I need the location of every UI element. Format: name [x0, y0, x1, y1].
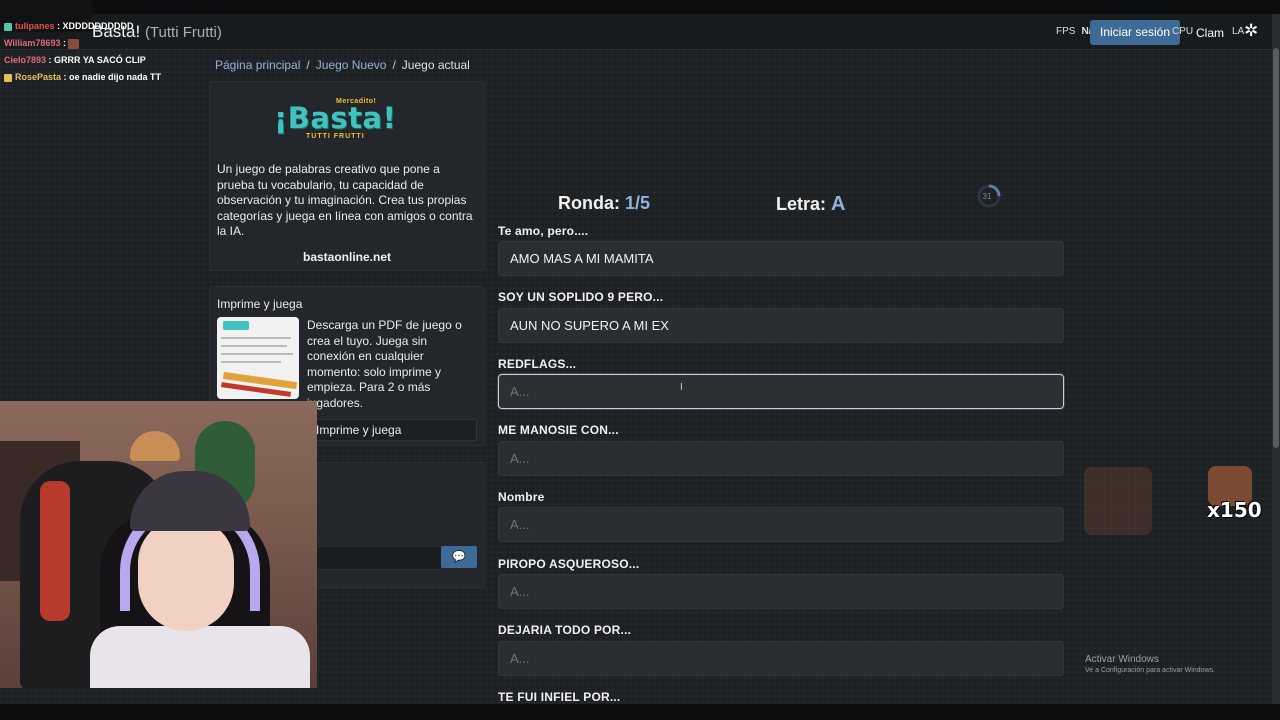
emote-icon	[1084, 467, 1152, 535]
site-link[interactable]: bastaonline.net	[217, 250, 477, 264]
top-strip	[0, 0, 1280, 14]
watermark-title: Activar Windows	[1085, 654, 1159, 665]
thumbnail-line	[221, 345, 287, 347]
category-answer-input[interactable]: A...	[498, 641, 1064, 676]
webcam-overlay	[0, 401, 317, 688]
thumbnail-logo	[223, 321, 249, 330]
stream-chat: tulipanes : XDDDDDDDDDD William78693 : C…	[4, 18, 161, 86]
letter-indicator: Letra: A	[776, 193, 845, 216]
round-value: 1/5	[625, 193, 651, 213]
webcam-jacket	[90, 626, 310, 688]
category-answer-input-focused[interactable]: A...	[498, 374, 1064, 409]
category-label: TE FUI INFIEL POR...	[498, 690, 621, 704]
category-label: SOY UN SOPLIDO 9 PERO...	[498, 290, 664, 304]
category-label: REDFLAGS...	[498, 357, 577, 371]
category-label: PIROPO ASQUEROSO...	[498, 557, 640, 571]
category-answer-input[interactable]: A...	[498, 441, 1064, 476]
round-indicator: Ronda: 1/5	[558, 193, 650, 214]
print-description: Descarga un PDF de juego o crea el tuyo.…	[307, 318, 462, 410]
round-label: Ronda:	[558, 193, 620, 213]
thumbnail-line	[221, 353, 293, 355]
thumbnail-line	[221, 361, 281, 363]
letter-label: Letra:	[776, 194, 827, 214]
chat-input[interactable]	[312, 546, 442, 570]
timer-value: 31	[982, 192, 992, 201]
chat-bubble-icon: 💬	[452, 551, 466, 563]
text-cursor-icon: I	[680, 382, 683, 393]
countdown-timer: 31	[976, 183, 1002, 209]
category-answer-input[interactable]: A...	[498, 574, 1064, 609]
chat-line: tulipanes : XDDDDDDDDDD	[4, 18, 161, 35]
breadcrumb-current: Juego actual	[401, 58, 470, 72]
chat-user: tulipanes	[15, 21, 55, 31]
chat-message: : XDDDDDDDDDD	[57, 21, 134, 31]
chat-badge-icon	[4, 73, 12, 82]
settings-gear-icon[interactable]: ✲	[1244, 22, 1262, 40]
watermark-subtitle: Ve a Configuración para activar Windows.	[1085, 667, 1215, 674]
chat-user: Cielo7893	[4, 55, 47, 65]
bottom-strip	[0, 704, 1280, 720]
category-answer-input[interactable]: AMO MAS A MI MAMITA	[498, 241, 1064, 276]
category-answer-input[interactable]: AUN NO SUPERO A MI EX	[498, 308, 1064, 343]
chat-message: : GRRR YA SACÓ CLIP	[48, 55, 146, 65]
chat-message: :	[62, 38, 66, 48]
breadcrumb-new-game-link[interactable]: Juego Nuevo	[316, 58, 387, 72]
fps-label: FPS	[1056, 26, 1076, 37]
breadcrumb-separator: /	[392, 58, 396, 72]
webcam-chair-accent	[40, 481, 70, 621]
logo-main-text: ¡Basta!	[274, 101, 397, 135]
emote-count: x150	[1207, 498, 1262, 522]
windows-activation-watermark: Activar Windows Ve a Configuración para …	[1085, 654, 1215, 674]
chat-send-button[interactable]: 💬	[441, 546, 477, 568]
chat-line: RosePasta : oe nadie dijo nada TT	[4, 69, 161, 86]
chat-user: William78693	[4, 38, 61, 48]
category-label: ME MANOSIE CON...	[498, 423, 619, 437]
letter-value: A	[831, 193, 846, 215]
clam-label: Clam	[1196, 26, 1225, 40]
chat-message: : oe nadie dijo nada TT	[63, 72, 162, 82]
language-label[interactable]: LA	[1232, 26, 1244, 37]
chat-user: RosePasta	[15, 72, 62, 82]
scrollbar-thumb[interactable]	[1273, 48, 1279, 448]
logo-sub-text: TUTTI FRUTTI	[306, 133, 365, 140]
category-label: Nombre	[498, 490, 545, 504]
breadcrumb-separator: /	[306, 58, 310, 72]
breadcrumb: Página principal / Juego Nuevo / Juego actua…	[215, 58, 470, 72]
chat-badge-icon	[4, 22, 12, 31]
category-label: DEJARIA TODO POR...	[498, 623, 632, 637]
print-thumbnail[interactable]	[217, 317, 299, 399]
category-label: Te amo, pero....	[498, 224, 589, 238]
print-and-play-button[interactable]: Imprime y juega	[307, 419, 477, 441]
breadcrumb-home-link[interactable]: Página principal	[215, 58, 300, 72]
chat-line: William78693 :	[4, 35, 161, 52]
game-description: Un juego de palabras creativo que pone a…	[217, 162, 473, 238]
category-answer-input[interactable]: A...	[498, 507, 1064, 542]
thumbnail-line	[221, 337, 291, 339]
login-button[interactable]: Iniciar sesión	[1090, 20, 1180, 45]
print-panel-title: Imprime y juega	[217, 297, 303, 311]
emote-icon	[68, 38, 80, 49]
cpu-label: CPU	[1172, 26, 1194, 37]
basta-logo: Mercadito! ¡Basta! TUTTI FRUTTI	[272, 96, 402, 144]
chat-line: Cielo7893 : GRRR YA SACÓ CLIP	[4, 52, 161, 69]
